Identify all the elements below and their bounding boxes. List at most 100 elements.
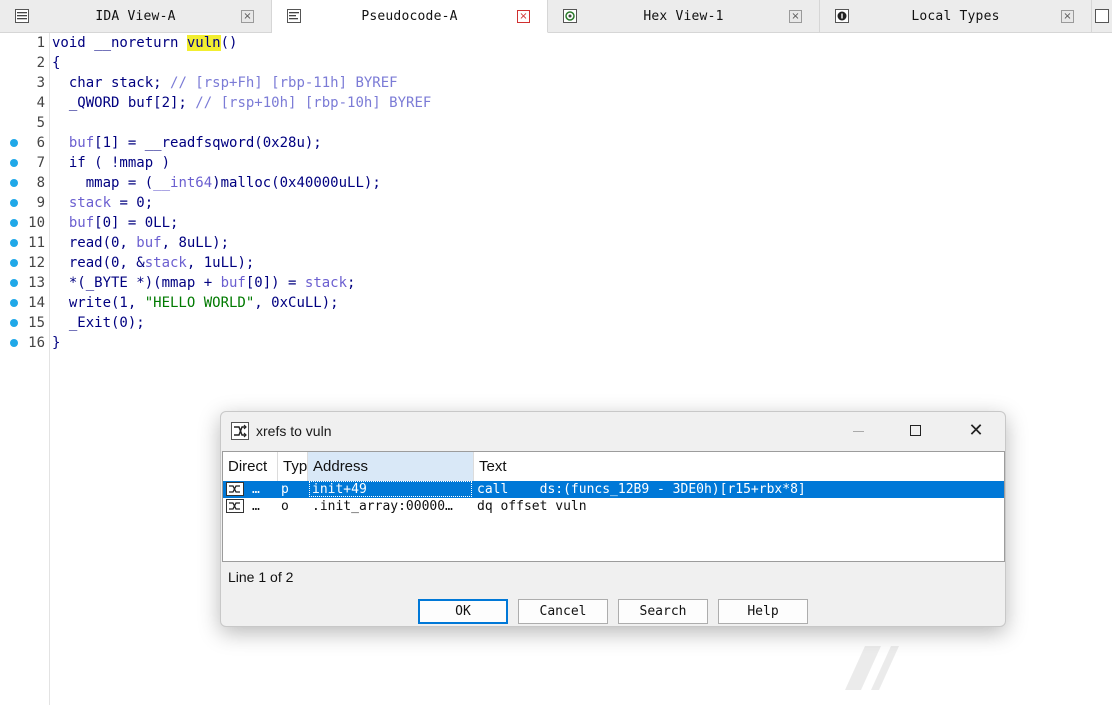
close-icon[interactable]: × <box>517 10 530 23</box>
variable[interactable]: stack <box>305 275 347 291</box>
code-text: if ( !mmap ) <box>52 155 171 171</box>
line-number: 9 <box>36 195 45 211</box>
line-number: 1 <box>36 35 45 51</box>
close-icon[interactable]: × <box>241 10 254 23</box>
code-text: } <box>52 335 61 351</box>
tab-label: IDA View-A <box>95 9 176 24</box>
hex-icon <box>563 9 577 23</box>
comment: // [rsp+10h] [rbp-10h] BYREF <box>195 95 432 111</box>
line-number: 2 <box>36 55 45 71</box>
maximize-icon <box>910 425 921 436</box>
xrefs-dialog[interactable]: xrefs to vuln ✕ Direct Typ Address Text … <box>220 411 1006 627</box>
xref-icon <box>226 482 244 496</box>
tab-hex-view-1[interactable]: Hex View-1 × <box>548 0 820 32</box>
variable[interactable]: buf <box>136 235 161 251</box>
code-line[interactable]: 5 <box>37 113 1108 133</box>
code-line[interactable]: 4 _QWORD buf[2]; // [rsp+10h] [rbp-10h] … <box>37 93 1108 113</box>
xrefs-icon <box>231 422 249 440</box>
code-line[interactable]: 7 if ( !mmap ) <box>10 153 1108 173</box>
code-line[interactable]: 9 stack = 0; <box>10 193 1108 213</box>
column-header-text[interactable]: Text <box>474 452 1004 481</box>
code-text: [1] = __readfsqword(0x28u); <box>94 135 322 151</box>
line-number: 12 <box>28 255 45 271</box>
code-text: void __noreturn <box>52 35 187 51</box>
local-types-icon <box>835 9 849 23</box>
direction-cell: … <box>252 499 260 514</box>
line-number: 3 <box>36 75 45 91</box>
code-text: write(1, <box>52 295 145 311</box>
close-button[interactable]: ✕ <box>947 412 1005 450</box>
line-number: 16 <box>28 335 45 351</box>
code-line[interactable]: 6 buf[1] = __readfsqword(0x28u); <box>10 133 1108 153</box>
close-icon: ✕ <box>968 420 984 441</box>
tab-overflow[interactable] <box>1092 0 1112 32</box>
xrefs-list[interactable]: Direct Typ Address Text … p init+49 call… <box>222 451 1005 562</box>
code-line[interactable]: 11 read(0, buf, 8uLL); <box>10 233 1108 253</box>
code-text: )malloc(0x40000uLL); <box>212 175 381 191</box>
column-header-address[interactable]: Address <box>308 452 474 481</box>
line-number: 13 <box>28 275 45 291</box>
code-text: = 0; <box>111 195 154 211</box>
tab-pseudocode-a[interactable]: Pseudocode-A × <box>272 0 548 33</box>
line-number: 5 <box>36 115 45 131</box>
line-number: 11 <box>28 235 45 251</box>
variable[interactable]: buf <box>69 135 94 151</box>
tab-label: Hex View-1 <box>643 9 724 24</box>
line-number: 4 <box>36 95 45 111</box>
code-text: _Exit(0); <box>52 315 145 331</box>
pseudocode-editor[interactable]: 1 void __noreturn vuln() 2{ 3 char stack;… <box>10 33 1108 353</box>
column-header-type[interactable]: Typ <box>278 452 308 481</box>
code-text: [0] = 0LL; <box>94 215 179 231</box>
line-number: 6 <box>36 135 45 151</box>
address-cell: .init_array:00000… <box>312 499 453 514</box>
code-line[interactable]: 12 read(0, &stack, 1uLL); <box>10 253 1108 273</box>
code-text: [0]) = <box>245 275 305 291</box>
line-number: 7 <box>36 155 45 171</box>
code-text: , 1uLL); <box>186 255 255 271</box>
cancel-button[interactable]: Cancel <box>518 599 608 624</box>
variable[interactable]: stack <box>69 195 111 211</box>
function-name[interactable]: vuln <box>186 35 221 51</box>
help-button[interactable]: Help <box>718 599 808 624</box>
dialog-title: xrefs to vuln <box>256 423 332 439</box>
code-line[interactable]: 3 char stack; // [rsp+Fh] [rbp-11h] BYRE… <box>37 73 1108 93</box>
code-line[interactable]: 1 void __noreturn vuln() <box>37 33 1108 53</box>
code-text: () <box>220 35 238 51</box>
ok-button[interactable]: OK <box>418 599 508 624</box>
code-text: , 0xCuLL); <box>254 295 339 311</box>
maximize-button[interactable] <box>887 412 945 450</box>
direction-cell: … <box>252 482 260 497</box>
code-line[interactable]: 8 mmap = (__int64)malloc(0x40000uLL); <box>10 173 1108 193</box>
status-text: Line 1 of 2 <box>228 569 294 585</box>
disassembly-icon <box>15 9 29 23</box>
search-button[interactable]: Search <box>618 599 708 624</box>
list-header: Direct Typ Address Text <box>223 452 1004 482</box>
code-text: char stack; <box>52 75 171 91</box>
code-text: , 8uLL); <box>161 235 230 251</box>
code-text: mmap = ( <box>52 175 154 191</box>
code-text: _QWORD buf[2]; <box>52 95 196 111</box>
tab-label: Local Types <box>911 9 1000 24</box>
code-text: read(0, <box>52 235 137 251</box>
code-line[interactable]: 10 buf[0] = 0LL; <box>10 213 1108 233</box>
variable[interactable]: buf <box>69 215 94 231</box>
close-icon[interactable]: × <box>1061 10 1074 23</box>
tab-ida-view-a[interactable]: IDA View-A × <box>0 0 272 32</box>
close-icon[interactable]: × <box>789 10 802 23</box>
code-line[interactable]: 13 *(_BYTE *)(mmap + buf[0]) = stack; <box>10 273 1108 293</box>
variable[interactable]: stack <box>145 255 187 271</box>
xref-row[interactable]: … o .init_array:00000… dq offset vuln <box>223 498 1004 515</box>
tab-local-types[interactable]: Local Types × <box>820 0 1092 32</box>
line-number: 15 <box>28 315 45 331</box>
code-line[interactable]: 14 write(1, "HELLO WORLD", 0xCuLL); <box>10 293 1108 313</box>
variable[interactable]: buf <box>221 275 246 291</box>
code-line[interactable]: 15 _Exit(0); <box>10 313 1108 333</box>
code-line[interactable]: 16} <box>10 333 1108 353</box>
comment: // [rsp+Fh] [rbp-11h] BYREF <box>170 75 398 91</box>
text-cell: dq offset vuln <box>477 499 587 514</box>
column-header-direct[interactable]: Direct <box>223 452 278 481</box>
watermark-logo <box>845 646 899 690</box>
code-line[interactable]: 2{ <box>37 53 1108 73</box>
xref-row[interactable]: … p init+49 call ds:(funcs_12B9 - 3DE0h)… <box>223 481 1004 498</box>
minimize-button[interactable] <box>829 412 887 450</box>
